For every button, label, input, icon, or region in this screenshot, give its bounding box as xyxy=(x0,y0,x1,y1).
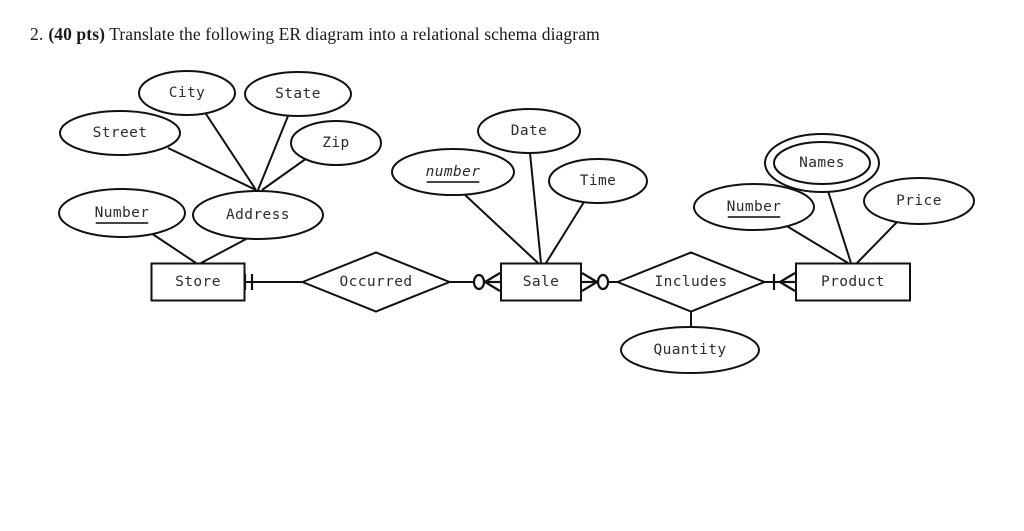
attribute-label-quantity: Quantity xyxy=(653,342,726,358)
attribute-label-date: Date xyxy=(511,123,548,139)
attribute-label-city: City xyxy=(169,85,206,101)
relationship-label-occurred: Occurred xyxy=(339,274,412,290)
attribute-link-state-to-address xyxy=(257,115,289,191)
crow-foot-prong xyxy=(484,281,501,292)
cardinality-zero-circle xyxy=(472,273,486,291)
attribute-label-address: Address xyxy=(226,207,290,223)
question-prompt: 2. (40 pts) Translate the following ER di… xyxy=(30,24,600,45)
attribute-link-number_sale-to-sale xyxy=(463,193,539,264)
attribute-label-state: State xyxy=(275,86,321,102)
attribute-layer: Street City State Zip Address Number number Dat… xyxy=(58,70,975,374)
relationship-label-includes: Includes xyxy=(654,274,727,290)
attribute-link-address-to-store xyxy=(200,237,249,264)
attribute-label-price: Price xyxy=(896,193,942,209)
attribute-label-number_store: Number xyxy=(95,205,150,221)
question-number: 2. xyxy=(30,24,44,44)
entity-label-sale: Sale xyxy=(523,274,560,290)
er-diagram: Occurred Includes Store Sale Product Street… xyxy=(58,70,975,374)
crow-foot-prong xyxy=(779,272,796,283)
attribute-link-date-to-sale xyxy=(529,152,542,264)
attribute-link-number_prod-to-product xyxy=(784,224,849,264)
crow-foot-prong xyxy=(484,272,501,283)
attribute-link-price-to-product xyxy=(856,220,899,264)
attribute-link-number_store-to-store xyxy=(150,232,197,264)
crow-foot-prong xyxy=(779,281,796,292)
attribute-label-zip: Zip xyxy=(322,135,349,151)
crow-foot-prong xyxy=(581,272,598,283)
cardinality-zero-circle xyxy=(596,273,610,291)
entity-label-store: Store xyxy=(175,274,221,290)
attribute-label-street: Street xyxy=(93,125,148,141)
attribute-label-names: Names xyxy=(799,155,845,171)
attribute-link-time-to-sale xyxy=(545,201,585,264)
attribute-label-time: Time xyxy=(580,173,617,189)
attribute-label-number_sale: number xyxy=(426,164,481,180)
cardinality-marker-zero-or-many xyxy=(581,272,610,292)
entity-label-product: Product xyxy=(821,274,885,290)
question-points: (40 pts) xyxy=(48,24,106,44)
attribute-label-number_prod: Number xyxy=(727,199,782,215)
cardinality-marker-zero-or-many xyxy=(472,272,501,292)
question-text: Translate the following ER diagram into … xyxy=(109,24,600,44)
crow-foot-prong xyxy=(581,281,598,292)
